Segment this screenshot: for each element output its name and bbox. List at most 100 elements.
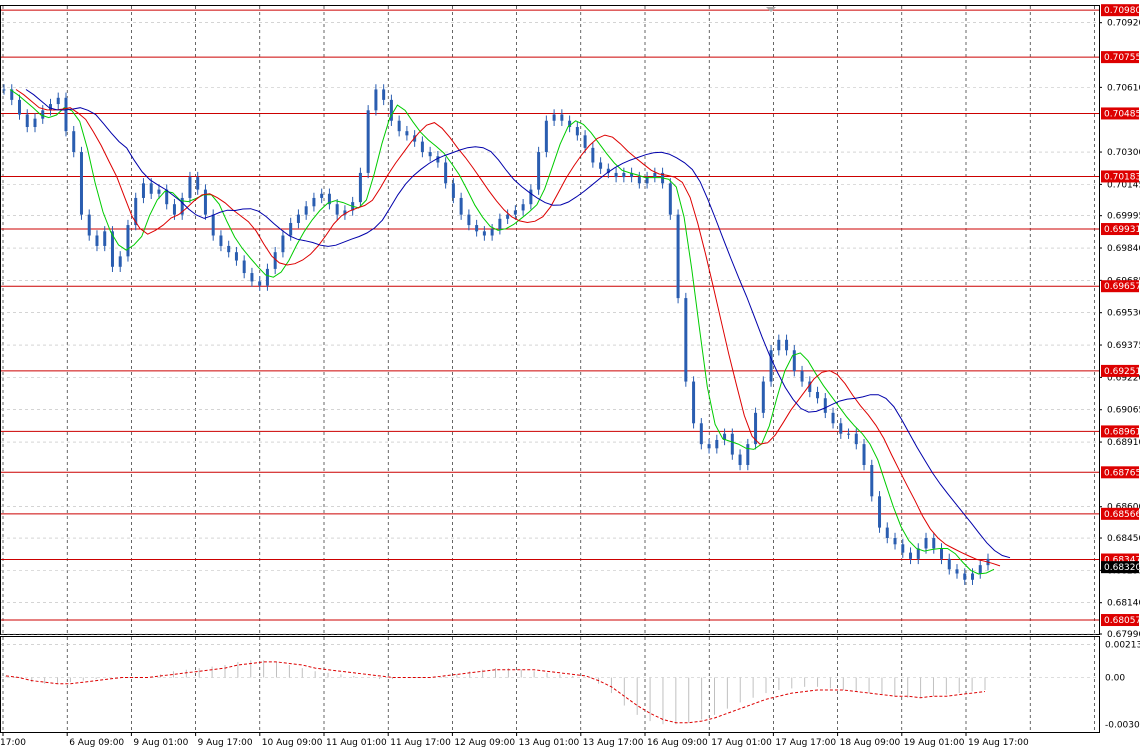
candle-body [591,147,595,163]
candle-body [420,141,424,153]
candle-body [126,225,130,257]
candle-body [312,197,316,207]
candle-body [95,235,99,246]
candle-body [862,444,866,466]
candle-body [56,97,60,105]
candle-body [932,538,936,549]
candle-body [203,189,207,215]
level-tag-label: 0.69931 [1104,225,1140,235]
level-tag-label: 0.68057 [1104,616,1140,626]
level-tag-label: 0.68765 [1104,468,1140,478]
candle-body [87,214,91,236]
price-label: 0.70920 [1107,19,1140,29]
candle-body [777,339,781,351]
candle-body [41,110,45,119]
level-tag-label: 0.68566 [1104,510,1140,520]
level-tag-label: 0.68961 [1104,427,1140,437]
time-label: 17:00 [0,738,26,748]
candle-body [909,552,913,559]
candle-body [940,548,944,559]
candle-body [444,162,448,184]
time-label: 13 Aug 01:00 [519,738,580,748]
level-tag-label: 0.70485 [1104,109,1140,119]
candle-body [265,268,269,286]
level-tag-label: 0.70755 [1104,53,1140,63]
candle-body [498,218,502,230]
candle-body [17,99,21,115]
candle-body [715,439,719,449]
time-label: 17 Aug 01:00 [711,738,772,748]
time-label: 9 Aug 01:00 [133,738,188,748]
price-label: 0.69995 [1107,212,1140,222]
candle-body [839,423,843,434]
candle-body [103,231,107,246]
candle-body [963,573,967,580]
candle-body [118,256,122,267]
candle-body [955,569,959,574]
candle-body [885,527,889,539]
time-label: 13 Aug 17:00 [583,738,644,748]
candle-body [544,120,548,153]
price-label: 0.69375 [1107,341,1140,351]
indicator-label: 0.00 [1105,673,1125,683]
candle-body [978,565,982,574]
candle-body [785,339,789,351]
candle-body [637,177,641,184]
candle-body [467,214,471,226]
candle-body [692,381,696,424]
time-label: 6 Aug 09:00 [69,738,124,748]
candle-body [79,152,83,215]
candle-body [513,210,517,215]
time-label: 17 Aug 17:00 [775,738,836,748]
indicator-axis: 0.00213 0.00 -0.00302 [1105,640,1140,730]
indicator-label: -0.00302 [1105,721,1140,731]
candle-body [211,214,215,236]
level-tag-label: 0.70183 [1104,172,1140,182]
candle-body [374,89,378,111]
candle-body [769,350,773,382]
candle-body [475,225,479,232]
current-price-label: 0.68320 [1104,563,1140,573]
time-label: 16 Aug 09:00 [647,738,708,748]
time-label: 12 Aug 09:00 [454,738,515,748]
candle-body [847,433,851,435]
level-tag-label: 0.69657 [1104,282,1140,292]
candle-body [792,350,796,372]
candle-body [614,172,618,178]
candle-body [537,152,541,190]
candle-body [653,172,657,178]
candle-body [459,197,463,215]
candle-body [366,110,370,173]
candle-body [436,156,440,163]
time-axis: 17:00 6 Aug 09:00 9 Aug 01:00 9 Aug 17:00 10… [0,732,1029,748]
candle-body [854,433,858,445]
candle-body [583,135,587,148]
candle-body [924,538,928,549]
candle-body [947,558,951,570]
candle-body [552,114,556,121]
candle-body [823,398,827,413]
candle-body [149,183,153,194]
candle-body [506,214,510,219]
price-label: 0.69840 [1107,244,1140,254]
candle-body [893,538,897,545]
chart-window[interactable]: 0.709200.706100.703000.701450.699950.698… [0,0,1140,754]
candle-body [172,204,176,215]
candle-body [870,465,874,497]
candle-body [800,371,804,382]
candle-body [2,89,6,91]
price-label: 0.69530 [1107,309,1140,319]
price-label: 0.69065 [1107,406,1140,416]
time-label: 11 Aug 17:00 [390,738,451,748]
candle-body [490,229,494,236]
candle-body [971,573,975,580]
candle-body [575,127,579,136]
candle-body [622,172,626,178]
candle-body [320,193,324,198]
candle-body [738,454,742,466]
candle-body [878,496,882,528]
price-chart[interactable]: 0.709200.706100.703000.701450.699950.698… [0,0,1140,754]
candle-body [219,235,223,246]
time-label: 10 Aug 09:00 [262,738,323,748]
candle-body [831,412,835,424]
